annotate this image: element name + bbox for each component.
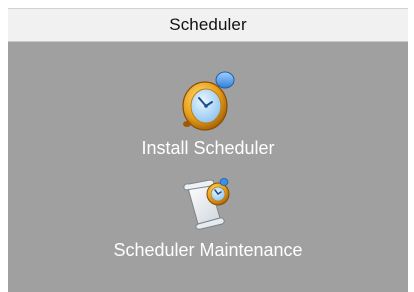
install-scheduler-label: Install Scheduler bbox=[141, 138, 275, 158]
scheduler-panel: Scheduler Install Scheduler Scheduler Ma… bbox=[0, 0, 414, 292]
alarm-clock-icon bbox=[182, 71, 235, 131]
panel-title: Scheduler bbox=[169, 15, 247, 34]
panel-header: Scheduler bbox=[8, 8, 408, 42]
scheduler-maintenance-label: Scheduler Maintenance bbox=[113, 240, 303, 260]
scheduler-maintenance-button[interactable]: Scheduler Maintenance bbox=[8, 174, 408, 282]
panel-body: Install Scheduler Scheduler Maintenance bbox=[8, 42, 408, 292]
install-scheduler-button[interactable]: Install Scheduler bbox=[8, 68, 408, 172]
panel-edge bbox=[408, 0, 414, 292]
scroll-clock-icon bbox=[183, 178, 230, 230]
